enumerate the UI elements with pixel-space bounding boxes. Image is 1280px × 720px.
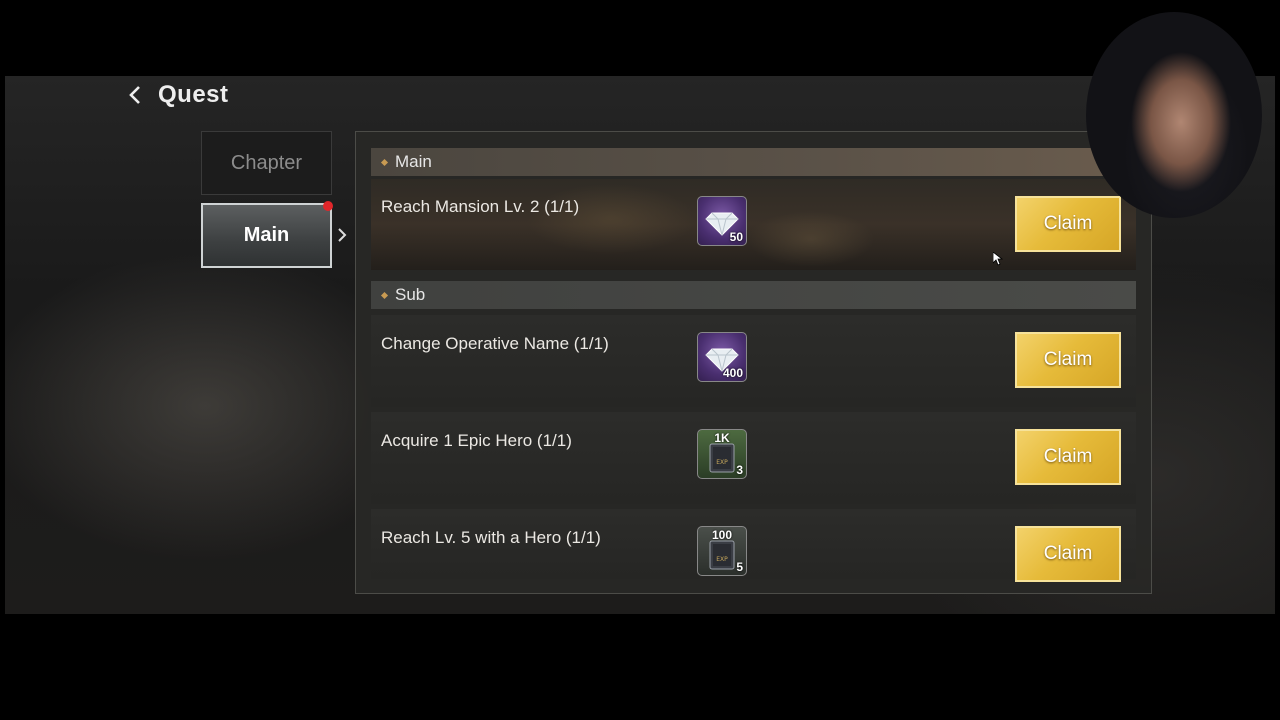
reward-item[interactable]: 400 xyxy=(697,332,747,382)
claim-button[interactable]: Claim xyxy=(1015,526,1121,582)
section-title: Sub xyxy=(395,285,426,304)
svg-text:EXP: EXP xyxy=(716,556,728,563)
reward-item[interactable]: EXP 1K 3 xyxy=(697,429,747,479)
page-title: Quest xyxy=(158,81,229,108)
tab-chapter[interactable]: Chapter xyxy=(201,131,332,195)
section-title: Main xyxy=(395,152,432,171)
reward-count: 400 xyxy=(722,366,743,380)
claim-button[interactable]: Claim xyxy=(1015,332,1121,388)
section-header-sub: Sub xyxy=(371,281,1136,309)
svg-text:EXP: EXP xyxy=(716,459,728,466)
chevron-left-icon xyxy=(129,86,140,104)
reward-count: 3 xyxy=(736,463,743,477)
header: Quest xyxy=(122,80,229,110)
quest-description: Reach Mansion Lv. 2 (1/1) xyxy=(381,197,580,216)
reward-amount: 1K xyxy=(714,431,730,445)
quest-row-main: Reach Mansion Lv. 2 (1/1) 50 Claim xyxy=(371,179,1136,270)
quest-description: Change Operative Name (1/1) xyxy=(381,334,609,353)
bullet-icon xyxy=(380,291,389,299)
bullet-icon xyxy=(380,158,389,166)
quest-description: Reach Lv. 5 with a Hero (1/1) xyxy=(381,528,601,547)
tab-main[interactable]: Main xyxy=(201,203,332,268)
claim-button[interactable]: Claim xyxy=(1015,196,1121,252)
claim-button[interactable]: Claim xyxy=(1015,429,1121,485)
quest-description: Acquire 1 Epic Hero (1/1) xyxy=(381,431,572,450)
reward-item[interactable]: 50 xyxy=(697,196,747,246)
reward-item[interactable]: EXP 100 5 xyxy=(697,526,747,576)
quest-row: Acquire 1 Epic Hero (1/1) EXP 1K 3 Claim xyxy=(371,412,1136,504)
chevron-right-icon xyxy=(338,228,347,242)
reward-count: 50 xyxy=(729,230,743,244)
quest-row: Change Operative Name (1/1) 400 Claim xyxy=(371,315,1136,407)
reward-amount: 100 xyxy=(711,528,733,542)
section-header-main: Main xyxy=(371,148,1136,176)
reward-count: 5 xyxy=(736,560,743,574)
notification-dot xyxy=(323,201,333,211)
quest-row: Reach Lv. 5 with a Hero (1/1) EXP 100 5 … xyxy=(371,509,1136,582)
back-button[interactable] xyxy=(122,80,148,110)
mouse-cursor-icon xyxy=(993,252,1003,266)
webcam-overlay xyxy=(1086,12,1262,218)
